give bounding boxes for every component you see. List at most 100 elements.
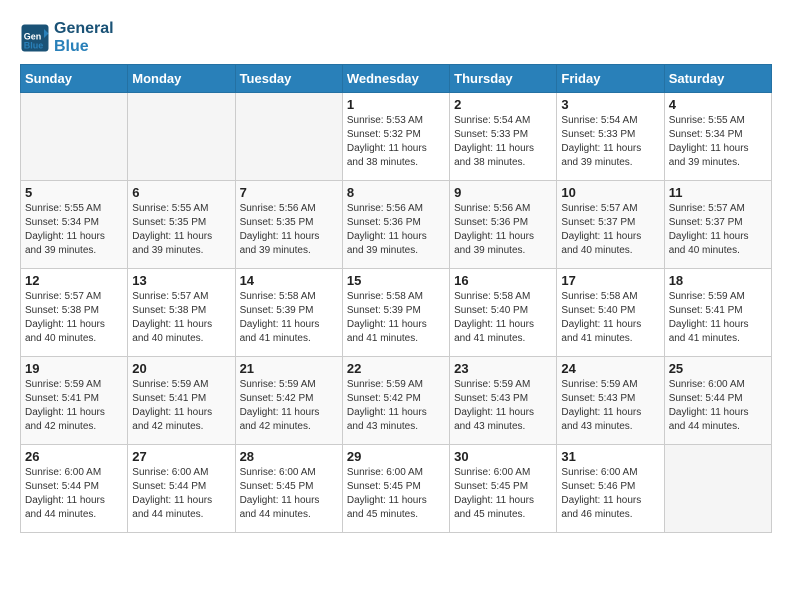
sunrise-text: Sunrise: 5:54 AM [561,114,659,128]
calendar-cell: 27Sunrise: 6:00 AMSunset: 5:44 PMDayligh… [128,445,235,533]
calendar-cell: 19Sunrise: 5:59 AMSunset: 5:41 PMDayligh… [21,357,128,445]
calendar-cell: 4Sunrise: 5:55 AMSunset: 5:34 PMDaylight… [664,93,771,181]
day-number: 14 [240,273,338,288]
calendar-cell: 29Sunrise: 6:00 AMSunset: 5:45 PMDayligh… [342,445,449,533]
daylight-text: Daylight: 11 hours and 44 minutes. [132,494,230,522]
sunset-text: Sunset: 5:41 PM [132,392,230,406]
sunrise-text: Sunrise: 5:57 AM [561,202,659,216]
calendar-cell: 12Sunrise: 5:57 AMSunset: 5:38 PMDayligh… [21,269,128,357]
day-number: 22 [347,361,445,376]
sunset-text: Sunset: 5:36 PM [347,216,445,230]
day-info: Sunrise: 6:00 AMSunset: 5:45 PMDaylight:… [454,466,552,522]
daylight-text: Daylight: 11 hours and 42 minutes. [25,406,123,434]
day-info: Sunrise: 5:59 AMSunset: 5:41 PMDaylight:… [25,378,123,434]
calendar-table: SundayMondayTuesdayWednesdayThursdayFrid… [20,64,772,533]
day-number: 8 [347,185,445,200]
day-info: Sunrise: 5:57 AMSunset: 5:37 PMDaylight:… [561,202,659,258]
sunrise-text: Sunrise: 5:57 AM [669,202,767,216]
day-number: 17 [561,273,659,288]
calendar-cell: 22 Sunrise: 5:59 AMSunset: 5:42 PMDayligh… [342,357,449,445]
sunset-text: Sunset: 5:44 PM [669,392,767,406]
calendar-cell: 30Sunrise: 6:00 AMSunset: 5:45 PMDayligh… [450,445,557,533]
sunset-text: Sunset: 5:33 PM [454,128,552,142]
daylight-text: Daylight: 11 hours and 40 minutes. [132,318,230,346]
weekday-header-sunday: Sunday [21,65,128,93]
sunrise-text: Sunrise: 5:59 AM [240,378,338,392]
day-info: Sunrise: 5:54 AMSunset: 5:33 PMDaylight:… [561,114,659,170]
sunset-text: Sunset: 5:32 PM [347,128,445,142]
day-info: Sunrise: 5:57 AMSunset: 5:37 PMDaylight:… [669,202,767,258]
daylight-text: Daylight: 11 hours and 39 minutes. [240,230,338,258]
day-info: Sunrise: 5:56 AMSunset: 5:36 PMDaylight:… [454,202,552,258]
day-number: 5 [25,185,123,200]
sunset-text: Sunset: 5:44 PM [25,480,123,494]
calendar-cell: 24Sunrise: 5:59 AMSunset: 5:43 PMDayligh… [557,357,664,445]
daylight-text: Daylight: 11 hours and 39 minutes. [454,230,552,258]
sunset-text: Sunset: 5:43 PM [454,392,552,406]
sunset-text: Sunset: 5:45 PM [454,480,552,494]
weekday-header-thursday: Thursday [450,65,557,93]
daylight-text: Daylight: 11 hours and 44 minutes. [240,494,338,522]
sunrise-text: Sunrise: 6:00 AM [454,466,552,480]
day-info: Sunrise: 5:58 AMSunset: 5:40 PMDaylight:… [561,290,659,346]
sunset-text: Sunset: 5:40 PM [561,304,659,318]
calendar-cell: 14Sunrise: 5:58 AMSunset: 5:39 PMDayligh… [235,269,342,357]
calendar-cell: 26Sunrise: 6:00 AMSunset: 5:44 PMDayligh… [21,445,128,533]
daylight-text: Daylight: 11 hours and 41 minutes. [240,318,338,346]
day-number: 23 [454,361,552,376]
weekday-header-wednesday: Wednesday [342,65,449,93]
sunrise-text: Sunrise: 5:59 AM [454,378,552,392]
day-info: Sunrise: 5:59 AMSunset: 5:41 PMDaylight:… [669,290,767,346]
day-number: 2 [454,97,552,112]
day-number: 21 [240,361,338,376]
daylight-text: Daylight: 11 hours and 39 minutes. [132,230,230,258]
logo-text: General Blue [54,20,114,56]
daylight-text: Daylight: 11 hours and 39 minutes. [561,142,659,170]
daylight-text: Daylight: 11 hours and 43 minutes. [561,406,659,434]
calendar-cell: 9Sunrise: 5:56 AMSunset: 5:36 PMDaylight… [450,181,557,269]
calendar-cell: 11Sunrise: 5:57 AMSunset: 5:37 PMDayligh… [664,181,771,269]
day-info: Sunrise: 5:54 AMSunset: 5:33 PMDaylight:… [454,114,552,170]
logo-icon: Gen Blue [20,23,50,53]
daylight-text: Daylight: 11 hours and 39 minutes. [669,142,767,170]
calendar-cell: 21Sunrise: 5:59 AMSunset: 5:42 PMDayligh… [235,357,342,445]
daylight-text: Daylight: 11 hours and 43 minutes. [347,406,445,434]
day-number: 3 [561,97,659,112]
day-number: 25 [669,361,767,376]
calendar-cell: 2 Sunrise: 5:54 AMSunset: 5:33 PMDaylight… [450,93,557,181]
sunrise-text: Sunrise: 5:59 AM [347,378,445,392]
weekday-header-row: SundayMondayTuesdayWednesdayThursdayFrid… [21,65,772,93]
sunset-text: Sunset: 5:40 PM [454,304,552,318]
calendar-cell: 23Sunrise: 5:59 AMSunset: 5:43 PMDayligh… [450,357,557,445]
calendar-cell: 8Sunrise: 5:56 AMSunset: 5:36 PMDaylight… [342,181,449,269]
sunset-text: Sunset: 5:38 PM [132,304,230,318]
calendar-cell: 10Sunrise: 5:57 AMSunset: 5:37 PMDayligh… [557,181,664,269]
day-info: Sunrise: 5:59 AMSunset: 5:42 PMDaylight:… [347,378,445,434]
daylight-text: Daylight: 11 hours and 38 minutes. [454,142,552,170]
calendar-cell [128,93,235,181]
sunset-text: Sunset: 5:42 PM [347,392,445,406]
daylight-text: Daylight: 11 hours and 41 minutes. [669,318,767,346]
weekday-header-monday: Monday [128,65,235,93]
sunrise-text: Sunrise: 5:57 AM [132,290,230,304]
day-info: Sunrise: 5:57 AMSunset: 5:38 PMDaylight:… [132,290,230,346]
day-number: 31 [561,449,659,464]
sunrise-text: Sunrise: 5:56 AM [240,202,338,216]
sunset-text: Sunset: 5:45 PM [347,480,445,494]
daylight-text: Daylight: 11 hours and 44 minutes. [25,494,123,522]
day-number: 28 [240,449,338,464]
daylight-text: Daylight: 11 hours and 38 minutes. [347,142,445,170]
day-info: Sunrise: 6:00 AMSunset: 5:44 PMDaylight:… [132,466,230,522]
sunset-text: Sunset: 5:38 PM [25,304,123,318]
calendar-cell: 13Sunrise: 5:57 AMSunset: 5:38 PMDayligh… [128,269,235,357]
sunrise-text: Sunrise: 5:58 AM [561,290,659,304]
daylight-text: Daylight: 11 hours and 41 minutes. [347,318,445,346]
sunrise-text: Sunrise: 5:56 AM [454,202,552,216]
calendar-cell [235,93,342,181]
day-info: Sunrise: 5:58 AMSunset: 5:39 PMDaylight:… [347,290,445,346]
daylight-text: Daylight: 11 hours and 41 minutes. [561,318,659,346]
day-number: 24 [561,361,659,376]
svg-text:Blue: Blue [24,41,44,51]
week-row-2: 12Sunrise: 5:57 AMSunset: 5:38 PMDayligh… [21,269,772,357]
sunrise-text: Sunrise: 6:00 AM [240,466,338,480]
